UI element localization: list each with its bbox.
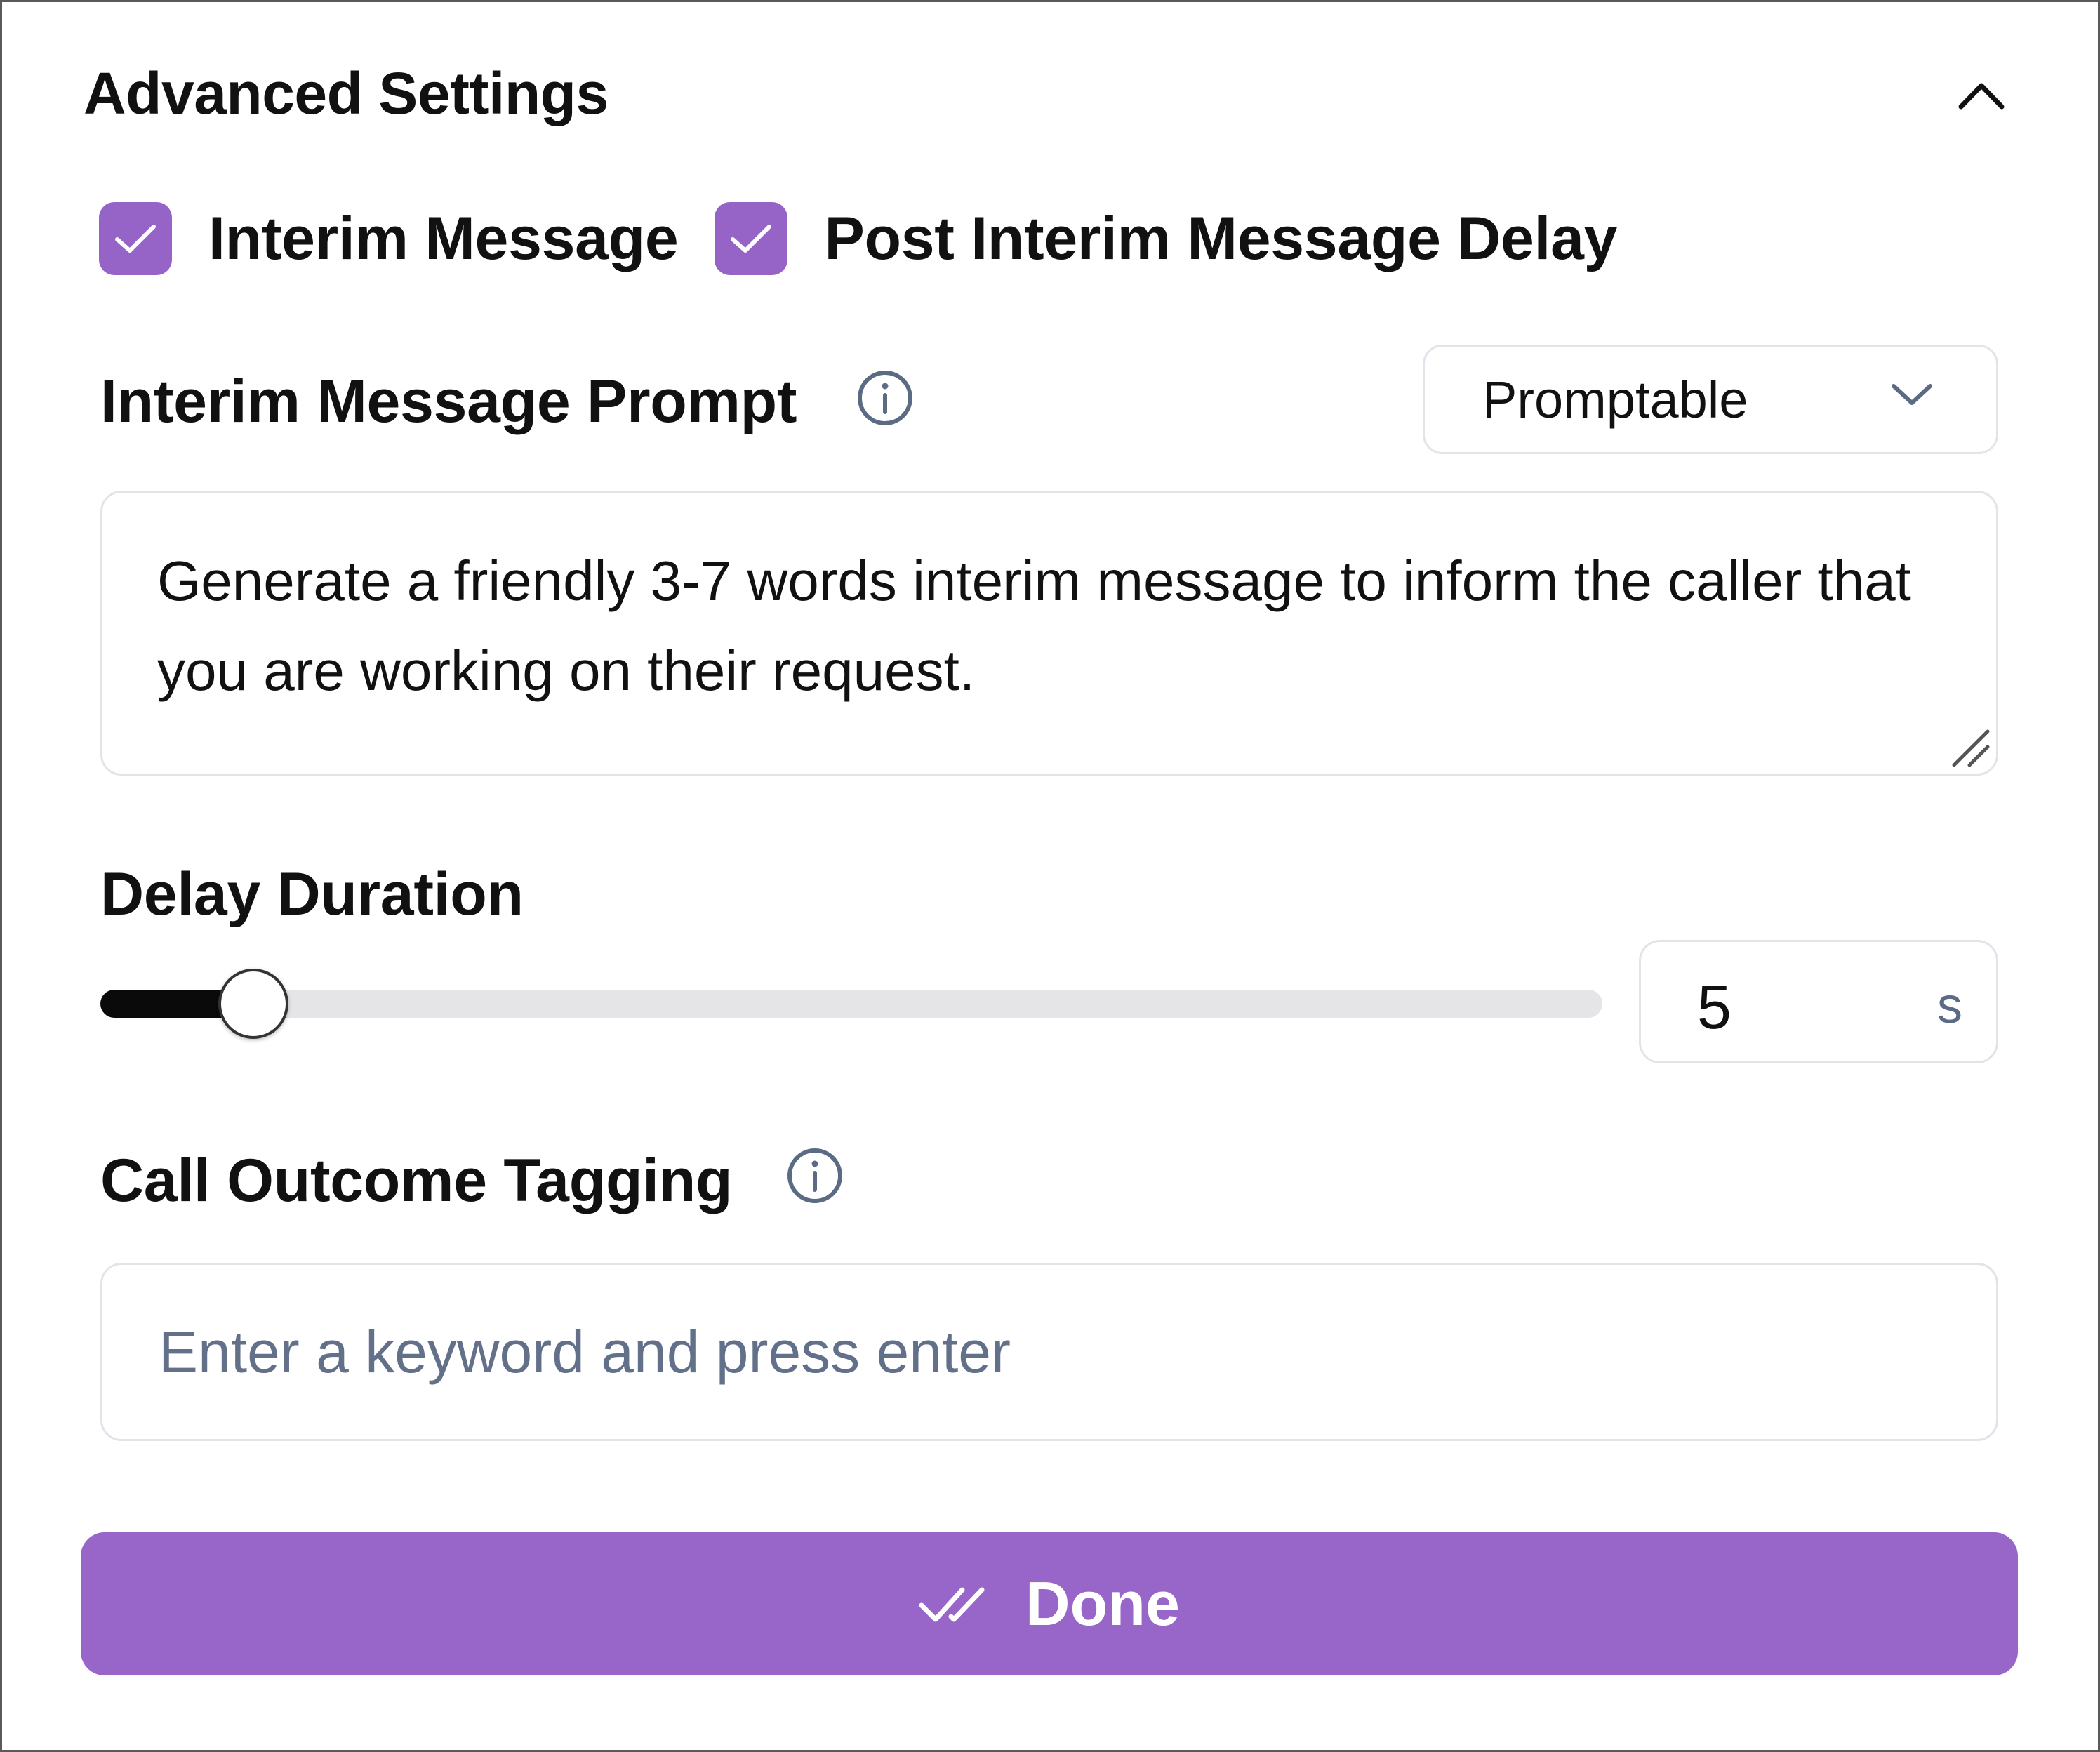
post-interim-delay-label: Post Interim Message Delay: [824, 204, 1618, 272]
delay-slider[interactable]: [100, 969, 1602, 1039]
check-icon: [115, 225, 156, 253]
chevron-down-icon: [1892, 384, 1932, 405]
advanced-settings-panel: Advanced Settings Interim Message Post I…: [0, 0, 2100, 1752]
done-button[interactable]: Done: [81, 1532, 2018, 1675]
delay-unit: s: [1937, 978, 1962, 1034]
info-icon[interactable]: [856, 369, 915, 427]
delay-value-input[interactable]: 5 s: [1639, 940, 1998, 1063]
info-icon[interactable]: [785, 1146, 844, 1205]
resize-handle-icon[interactable]: [1948, 726, 1991, 768]
prompt-textarea[interactable]: Generate a friendly 3-7 words interim me…: [100, 491, 1998, 776]
interim-message-label: Interim Message: [208, 204, 679, 272]
double-check-icon: [919, 1587, 985, 1622]
slider-track: [100, 990, 1602, 1018]
check-icon: [731, 225, 772, 253]
prompt-label: Interim Message Prompt: [100, 368, 797, 435]
collapse-button[interactable]: [1946, 64, 2016, 127]
prompt-mode-value: Promptable: [1482, 370, 1748, 429]
chevron-up-icon: [1958, 83, 2005, 109]
checkbox-row: Interim Message Post Interim Message Del…: [99, 200, 1654, 277]
slider-thumb[interactable]: [218, 969, 289, 1039]
keyword-placeholder: Enter a keyword and press enter: [159, 1318, 1011, 1385]
delay-label: Delay Duration: [100, 861, 524, 928]
done-label: Done: [1025, 1569, 1180, 1638]
delay-value: 5: [1697, 972, 1732, 1042]
section-title: Advanced Settings: [84, 60, 609, 126]
post-interim-delay-checkbox[interactable]: [715, 202, 788, 275]
tagging-label: Call Outcome Tagging: [100, 1147, 733, 1214]
interim-message-checkbox[interactable]: [99, 202, 172, 275]
prompt-text: Generate a friendly 3-7 words interim me…: [157, 550, 1911, 702]
prompt-mode-select[interactable]: Promptable: [1423, 345, 1998, 454]
keyword-input[interactable]: Enter a keyword and press enter: [100, 1263, 1998, 1441]
